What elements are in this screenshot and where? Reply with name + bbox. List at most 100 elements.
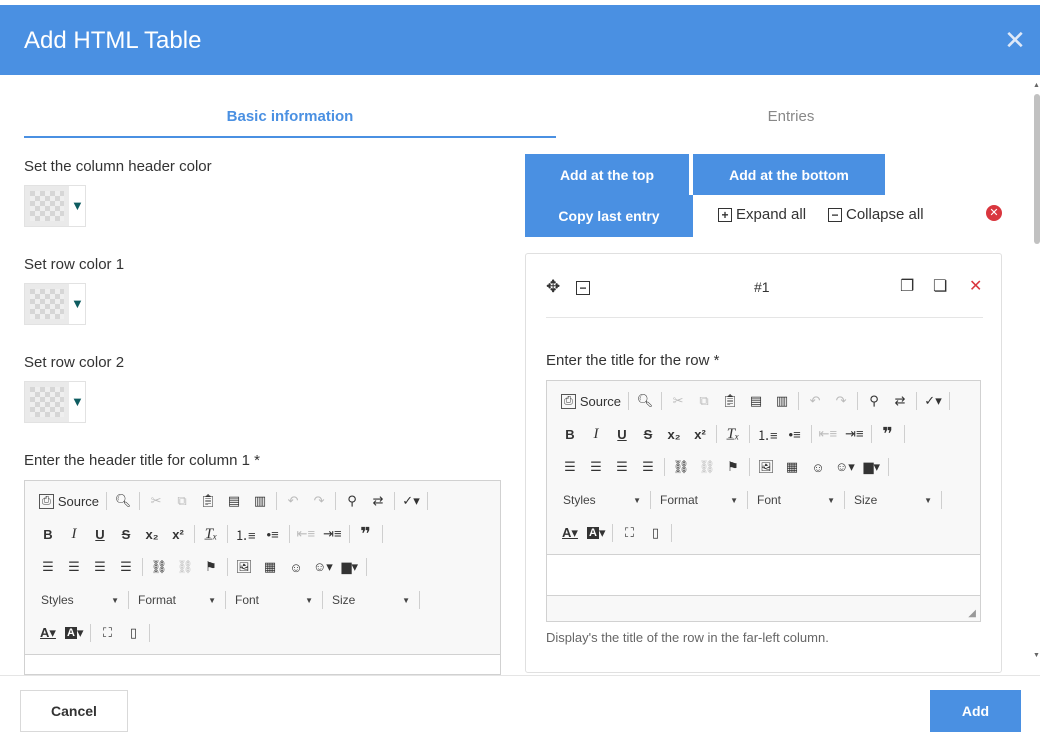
italic-icon[interactable]: I bbox=[583, 422, 609, 446]
image-icon[interactable]: 🖼︎ bbox=[753, 455, 779, 479]
spellcheck-icon[interactable]: ✓▾ bbox=[398, 489, 424, 513]
smiley-icon[interactable]: ☺ bbox=[283, 555, 309, 579]
indent-icon[interactable]: ⇥≡ bbox=[319, 522, 345, 546]
anchor-flag-icon[interactable]: ⚑ bbox=[720, 455, 746, 479]
link-icon[interactable]: ⛓ bbox=[668, 455, 694, 479]
emoji-dropdown-icon[interactable]: ☺▾ bbox=[309, 555, 337, 579]
row-title-editor-area[interactable] bbox=[547, 554, 980, 596]
strikethrough-icon[interactable]: S bbox=[113, 522, 139, 546]
bulleted-list-icon[interactable]: •≡ bbox=[260, 522, 286, 546]
superscript-icon[interactable]: x² bbox=[687, 422, 713, 446]
row-color1-picker[interactable]: ▼ bbox=[24, 283, 86, 325]
size-dropdown[interactable]: Size ▼ bbox=[848, 488, 938, 512]
styles-dropdown[interactable]: Styles ▼ bbox=[35, 588, 125, 612]
undo-icon[interactable]: ↶ bbox=[802, 389, 828, 413]
superscript-icon[interactable]: x² bbox=[165, 522, 191, 546]
outdent-icon[interactable]: ⇤≡ bbox=[293, 522, 319, 546]
scroll-down-icon[interactable]: ▼ bbox=[1033, 652, 1040, 659]
remove-format-icon[interactable]: T̲ₓ bbox=[198, 522, 224, 546]
collapse-entry-icon[interactable]: − bbox=[576, 279, 590, 297]
size-dropdown[interactable]: Size ▼ bbox=[326, 588, 416, 612]
maximize-icon[interactable]: ⛶ bbox=[616, 521, 642, 545]
paste-word-icon[interactable]: ▥ bbox=[769, 389, 795, 413]
maximize-icon[interactable]: ⛶ bbox=[94, 621, 120, 645]
cut-icon[interactable]: ✂ bbox=[665, 389, 691, 413]
unlink-icon[interactable]: ⛓ bbox=[694, 455, 720, 479]
cancel-button[interactable]: Cancel bbox=[20, 690, 128, 732]
redo-icon[interactable]: ↷ bbox=[306, 489, 332, 513]
align-justify-icon[interactable]: ☰ bbox=[635, 455, 661, 479]
row-color2-picker[interactable]: ▼ bbox=[24, 381, 86, 423]
subscript-icon[interactable]: x₂ bbox=[661, 422, 687, 446]
font-dropdown[interactable]: Font ▼ bbox=[751, 488, 841, 512]
table-icon[interactable]: ▦ bbox=[257, 555, 283, 579]
close-icon[interactable]: ✕ bbox=[1002, 27, 1028, 53]
replace-icon[interactable]: ⇄ bbox=[365, 489, 391, 513]
blockquote-icon[interactable]: ❞ bbox=[875, 422, 901, 446]
copy-last-entry-button[interactable]: Copy last entry bbox=[525, 195, 693, 237]
expand-all-button[interactable]: + Expand all bbox=[718, 206, 806, 223]
tab-basic-information[interactable]: Basic information bbox=[24, 100, 556, 138]
underline-icon[interactable]: U bbox=[609, 422, 635, 446]
align-left-icon[interactable]: ☰ bbox=[35, 555, 61, 579]
paste-text-icon[interactable]: ▤ bbox=[221, 489, 247, 513]
background-color-icon[interactable]: A ▾ bbox=[583, 521, 609, 545]
subscript-icon[interactable]: x₂ bbox=[139, 522, 165, 546]
scrollbar-thumb[interactable] bbox=[1034, 94, 1040, 244]
undo-icon[interactable]: ↶ bbox=[280, 489, 306, 513]
copy-entry-icon[interactable]: ❏ bbox=[933, 276, 947, 296]
unlink-icon[interactable]: ⛓ bbox=[172, 555, 198, 579]
align-center-icon[interactable]: ☰ bbox=[583, 455, 609, 479]
bold-icon[interactable]: B bbox=[557, 422, 583, 446]
outdent-icon[interactable]: ⇤≡ bbox=[815, 422, 841, 446]
background-color-icon[interactable]: A ▾ bbox=[61, 621, 87, 645]
strikethrough-icon[interactable]: S bbox=[635, 422, 661, 446]
add-button[interactable]: Add bbox=[930, 690, 1021, 732]
source-button[interactable]: ⎙ Source bbox=[35, 489, 103, 513]
smiley-icon[interactable]: ☺ bbox=[805, 455, 831, 479]
image-icon[interactable]: 🖼︎ bbox=[231, 555, 257, 579]
italic-icon[interactable]: I bbox=[61, 522, 87, 546]
collapse-all-button[interactable]: − Collapse all bbox=[828, 206, 924, 223]
widget-dropdown-icon[interactable]: ▆▾ bbox=[337, 555, 363, 579]
header-color-picker[interactable]: ▼ bbox=[24, 185, 86, 227]
anchor-flag-icon[interactable]: ⚑ bbox=[198, 555, 224, 579]
copy-icon[interactable]: ⧉ bbox=[691, 389, 717, 413]
add-at-top-button[interactable]: Add at the top bbox=[525, 154, 689, 195]
scroll-up-icon[interactable]: ▲ bbox=[1033, 82, 1040, 89]
bulleted-list-icon[interactable]: •≡ bbox=[782, 422, 808, 446]
redo-icon[interactable]: ↷ bbox=[828, 389, 854, 413]
copy-icon[interactable]: ⧉ bbox=[169, 489, 195, 513]
remove-all-icon[interactable]: ✕ bbox=[986, 205, 1002, 221]
format-dropdown[interactable]: Format ▼ bbox=[132, 588, 222, 612]
tab-entries[interactable]: Entries bbox=[556, 100, 1026, 138]
paste-icon[interactable]: 📋︎ bbox=[195, 489, 221, 513]
text-color-icon[interactable]: A▾ bbox=[35, 621, 61, 645]
emoji-dropdown-icon[interactable]: ☺▾ bbox=[831, 455, 859, 479]
numbered-list-icon[interactable]: ⒈≡ bbox=[753, 422, 782, 446]
table-icon[interactable]: ▦ bbox=[779, 455, 805, 479]
preview-icon[interactable]: 🔍︎ bbox=[632, 389, 658, 413]
duplicate-icon[interactable]: ❐ bbox=[900, 276, 914, 296]
numbered-list-icon[interactable]: ⒈≡ bbox=[231, 522, 260, 546]
align-right-icon[interactable]: ☰ bbox=[609, 455, 635, 479]
show-blocks-icon[interactable]: ▯ bbox=[642, 521, 668, 545]
show-blocks-icon[interactable]: ▯ bbox=[120, 621, 146, 645]
link-icon[interactable]: ⛓ bbox=[146, 555, 172, 579]
spellcheck-icon[interactable]: ✓▾ bbox=[920, 389, 946, 413]
cut-icon[interactable]: ✂ bbox=[143, 489, 169, 513]
styles-dropdown[interactable]: Styles ▼ bbox=[557, 488, 647, 512]
format-dropdown[interactable]: Format ▼ bbox=[654, 488, 744, 512]
align-right-icon[interactable]: ☰ bbox=[87, 555, 113, 579]
source-button[interactable]: ⎙ Source bbox=[557, 389, 625, 413]
preview-icon[interactable]: 🔍︎ bbox=[110, 489, 136, 513]
move-icon[interactable]: ✥ bbox=[546, 277, 560, 297]
font-dropdown[interactable]: Font ▼ bbox=[229, 588, 319, 612]
remove-format-icon[interactable]: T̲ₓ bbox=[720, 422, 746, 446]
bold-icon[interactable]: B bbox=[35, 522, 61, 546]
align-center-icon[interactable]: ☰ bbox=[61, 555, 87, 579]
add-at-bottom-button[interactable]: Add at the bottom bbox=[693, 154, 885, 195]
replace-icon[interactable]: ⇄ bbox=[887, 389, 913, 413]
align-left-icon[interactable]: ☰ bbox=[557, 455, 583, 479]
resize-handle-icon[interactable]: ◢ bbox=[968, 608, 976, 619]
